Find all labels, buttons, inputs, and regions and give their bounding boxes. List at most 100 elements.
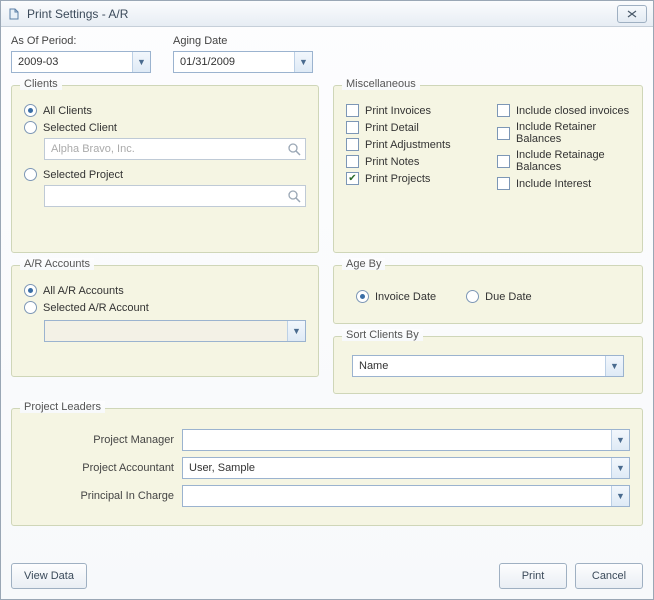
chevron-down-icon: ▼ — [132, 52, 150, 72]
miscellaneous-group: Miscellaneous Print Invoices Print Detai… — [333, 85, 643, 253]
print-notes-label: Print Notes — [365, 156, 419, 168]
print-detail-label: Print Detail — [365, 122, 419, 134]
as-of-period-value: 2009-03 — [12, 56, 132, 68]
print-button[interactable]: Print — [499, 563, 567, 589]
content-area: As Of Period: 2009-03 ▼ Aging Date 01/31… — [11, 35, 643, 589]
radio-icon — [24, 104, 37, 117]
all-ar-accounts-label: All A/R Accounts — [43, 285, 124, 297]
selected-project-label: Selected Project — [43, 169, 123, 181]
radio-icon — [24, 168, 37, 181]
check-include-closed-invoices[interactable]: Include closed invoices — [497, 104, 630, 117]
radio-selected-project[interactable]: Selected Project — [24, 168, 306, 181]
chevron-down-icon: ▼ — [611, 458, 629, 478]
chevron-down-icon: ▼ — [294, 52, 312, 72]
selected-ar-account-select[interactable]: ▼ — [44, 320, 306, 342]
top-fields-row: As Of Period: 2009-03 ▼ Aging Date 01/31… — [11, 35, 643, 73]
sort-clients-value: Name — [353, 360, 605, 372]
project-manager-row: Project Manager ▼ — [24, 429, 630, 451]
cancel-button[interactable]: Cancel — [575, 563, 643, 589]
radio-invoice-date[interactable]: Invoice Date — [356, 290, 436, 303]
due-date-label: Due Date — [485, 291, 531, 303]
search-icon — [283, 139, 305, 159]
include-retainer-balances-label: Include Retainer Balances — [516, 121, 630, 145]
radio-icon — [356, 290, 369, 303]
project-manager-select[interactable]: ▼ — [182, 429, 630, 451]
radio-due-date[interactable]: Due Date — [466, 290, 531, 303]
selected-client-search[interactable]: Alpha Bravo, Inc. — [44, 138, 306, 160]
aging-date-value: 01/31/2009 — [174, 56, 294, 68]
principal-in-charge-select[interactable]: ▼ — [182, 485, 630, 507]
window-title: Print Settings - A/R — [27, 7, 617, 21]
chevron-down-icon: ▼ — [287, 321, 305, 341]
right-column: Miscellaneous Print Invoices Print Detai… — [333, 85, 643, 406]
miscellaneous-legend: Miscellaneous — [342, 78, 420, 90]
include-closed-invoices-label: Include closed invoices — [516, 105, 629, 117]
invoice-date-label: Invoice Date — [375, 291, 436, 303]
as-of-period-label: As Of Period: — [11, 35, 151, 47]
view-data-label: View Data — [24, 570, 74, 582]
check-print-invoices[interactable]: Print Invoices — [346, 104, 479, 117]
check-print-detail[interactable]: Print Detail — [346, 121, 479, 134]
radio-icon — [466, 290, 479, 303]
ar-accounts-legend: A/R Accounts — [20, 258, 94, 270]
checkbox-icon: ✔ — [346, 172, 359, 185]
checkbox-icon — [497, 177, 510, 190]
cancel-label: Cancel — [592, 570, 626, 582]
ar-accounts-group: A/R Accounts All A/R Accounts Selected A… — [11, 265, 319, 377]
all-clients-label: All Clients — [43, 105, 92, 117]
print-invoices-label: Print Invoices — [365, 105, 431, 117]
selected-ar-account-label: Selected A/R Account — [43, 302, 149, 314]
radio-icon — [24, 121, 37, 134]
chevron-down-icon: ▼ — [611, 430, 629, 450]
include-retainage-balances-label: Include Retainage Balances — [516, 149, 630, 173]
aging-date-combo[interactable]: 01/31/2009 ▼ — [173, 51, 313, 73]
as-of-period-combo[interactable]: 2009-03 ▼ — [11, 51, 151, 73]
print-adjustments-label: Print Adjustments — [365, 139, 451, 151]
include-interest-label: Include Interest — [516, 178, 591, 190]
view-data-button[interactable]: View Data — [11, 563, 87, 589]
sort-clients-legend: Sort Clients By — [342, 329, 423, 341]
project-accountant-select[interactable]: User, Sample ▼ — [182, 457, 630, 479]
check-print-adjustments[interactable]: Print Adjustments — [346, 138, 479, 151]
chevron-down-icon: ▼ — [605, 356, 623, 376]
checkbox-icon — [497, 104, 510, 117]
check-include-retainage-balances[interactable]: Include Retainage Balances — [497, 149, 630, 173]
aging-date-label: Aging Date — [173, 35, 313, 47]
radio-all-clients[interactable]: All Clients — [24, 104, 306, 117]
radio-icon — [24, 301, 37, 314]
print-label: Print — [522, 570, 545, 582]
footer: View Data Print Cancel — [11, 563, 643, 589]
age-by-legend: Age By — [342, 258, 385, 270]
checkbox-icon — [497, 127, 510, 140]
check-include-interest[interactable]: Include Interest — [497, 177, 630, 190]
check-print-projects[interactable]: ✔ Print Projects — [346, 172, 479, 185]
window-close-button[interactable] — [617, 5, 647, 23]
principal-in-charge-label: Principal In Charge — [24, 490, 174, 502]
selected-project-search[interactable] — [44, 185, 306, 207]
two-column-area: Clients All Clients Selected Client Alph… — [11, 85, 643, 406]
radio-selected-client[interactable]: Selected Client — [24, 121, 306, 134]
project-manager-label: Project Manager — [24, 434, 174, 446]
radio-all-ar-accounts[interactable]: All A/R Accounts — [24, 284, 306, 297]
sort-clients-group: Sort Clients By Name ▼ — [333, 336, 643, 394]
project-accountant-row: Project Accountant User, Sample ▼ — [24, 457, 630, 479]
sort-clients-select[interactable]: Name ▼ — [352, 355, 624, 377]
app-icon — [7, 7, 21, 21]
checkbox-icon — [346, 155, 359, 168]
titlebar: Print Settings - A/R — [1, 1, 653, 27]
project-accountant-value: User, Sample — [183, 462, 611, 474]
checkbox-icon — [346, 138, 359, 151]
clients-group: Clients All Clients Selected Client Alph… — [11, 85, 319, 253]
check-print-notes[interactable]: Print Notes — [346, 155, 479, 168]
radio-selected-ar-account[interactable]: Selected A/R Account — [24, 301, 306, 314]
checkbox-icon — [346, 104, 359, 117]
age-by-group: Age By Invoice Date Due Date — [333, 265, 643, 324]
as-of-period-field: As Of Period: 2009-03 ▼ — [11, 35, 151, 73]
clients-legend: Clients — [20, 78, 62, 90]
project-leaders-legend: Project Leaders — [20, 401, 105, 413]
left-column: Clients All Clients Selected Client Alph… — [11, 85, 319, 406]
radio-icon — [24, 284, 37, 297]
print-projects-label: Print Projects — [365, 173, 430, 185]
principal-in-charge-row: Principal In Charge ▼ — [24, 485, 630, 507]
check-include-retainer-balances[interactable]: Include Retainer Balances — [497, 121, 630, 145]
